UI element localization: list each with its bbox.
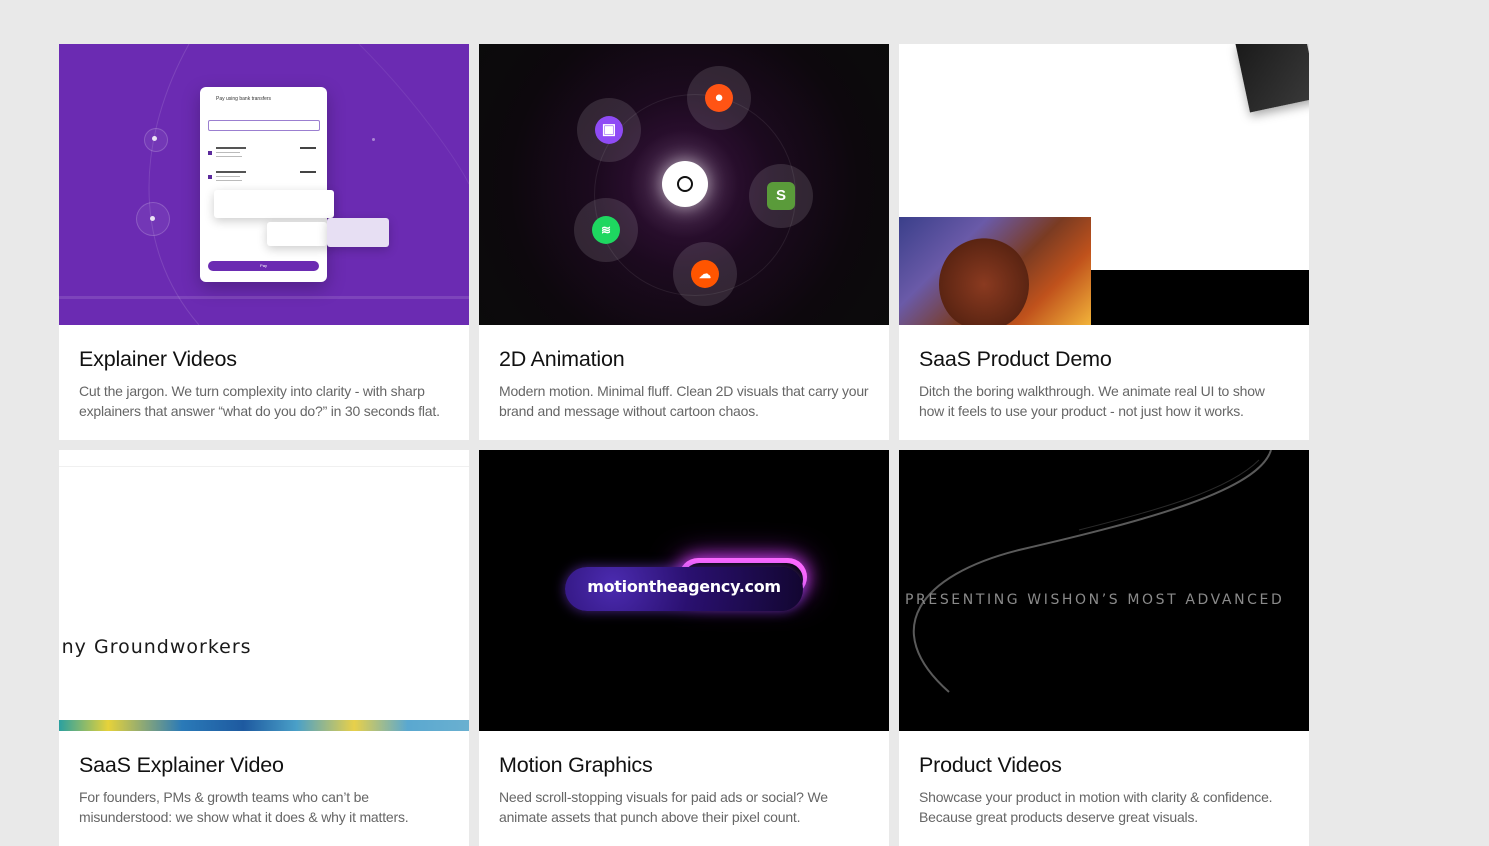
saas-explainer-thumbnail[interactable]: any Groundworkers <box>59 450 469 731</box>
card-description: Ditch the boring walkthrough. We animate… <box>919 383 1265 419</box>
color-strip <box>59 720 469 731</box>
decor-line <box>59 296 469 299</box>
spotify-icon: ≋ <box>574 198 638 262</box>
thumbnail-caption: motiontheagency.com <box>587 577 781 596</box>
card-saas-explainer-video[interactable]: any Groundworkers SaaS Explainer Video F… <box>59 450 469 846</box>
card-title: 2D Animation <box>499 347 625 371</box>
reddit-icon: ● <box>687 66 751 130</box>
card-saas-product-demo[interactable]: SaaS Product Demo Ditch the boring walkt… <box>899 44 1309 440</box>
product-videos-thumbnail[interactable]: PRESENTING WISHON’S MOST ADVANCED <box>899 450 1309 731</box>
card-description: For founders, PMs & growth teams who can… <box>79 789 409 825</box>
explainer-thumbnail[interactable]: Pay using bank transfers Pay <box>59 44 469 325</box>
dark-panel <box>1091 270 1309 325</box>
twitch-icon: ▣ <box>577 98 641 162</box>
shopify-icon: S <box>749 164 813 228</box>
thumbnail-caption: PRESENTING WISHON’S MOST ADVANCED <box>905 592 1285 608</box>
divider <box>59 466 469 467</box>
light-streak <box>912 450 1272 693</box>
card-2d-animation[interactable]: ▣ ● S ≋ ☁ 2D Animation Modern motion. Mi… <box>479 44 889 440</box>
payment-mockup: Pay using bank transfers Pay <box>200 87 327 282</box>
demo-photo <box>899 217 1091 325</box>
card-title: SaaS Product Demo <box>919 347 1112 371</box>
payment-row <box>208 147 316 163</box>
decor-dot <box>152 136 157 141</box>
payment-header: Pay using bank transfers <box>216 96 272 102</box>
motion-graphics-thumbnail[interactable]: motiontheagency.com <box>479 450 889 731</box>
card-description: Cut the jargon. We turn complexity into … <box>79 383 440 419</box>
floating-amount-card <box>327 218 389 247</box>
floating-row-card <box>267 222 327 246</box>
product-demo-thumbnail[interactable] <box>899 44 1309 325</box>
card-title: Motion Graphics <box>499 753 653 777</box>
card-description: Need scroll-stopping visuals for paid ad… <box>499 789 828 825</box>
decor-dot <box>372 138 375 141</box>
account-select <box>208 120 320 131</box>
pay-button: Pay <box>208 261 319 271</box>
card-explainer-videos[interactable]: Pay using bank transfers Pay Explainer V… <box>59 44 469 440</box>
services-grid: Pay using bank transfers Pay Explainer V… <box>59 44 1309 846</box>
card-title: Explainer Videos <box>79 347 237 371</box>
center-logo-icon <box>662 161 708 207</box>
card-motion-graphics[interactable]: motiontheagency.com Motion Graphics Need… <box>479 450 889 846</box>
card-title: Product Videos <box>919 753 1062 777</box>
tilted-device-image <box>1235 44 1309 113</box>
card-description: Modern motion. Minimal fluff. Clean 2D v… <box>499 383 869 419</box>
decor-dot <box>150 216 155 221</box>
card-title: SaaS Explainer Video <box>79 753 284 777</box>
animation-thumbnail[interactable]: ▣ ● S ≋ ☁ <box>479 44 889 325</box>
payment-row <box>208 171 316 187</box>
thumbnail-caption: any Groundworkers <box>59 636 252 658</box>
floating-row-card <box>214 190 334 218</box>
card-product-videos[interactable]: PRESENTING WISHON’S MOST ADVANCED Produc… <box>899 450 1309 846</box>
soundcloud-icon: ☁ <box>673 242 737 306</box>
card-description: Showcase your product in motion with cla… <box>919 789 1273 825</box>
